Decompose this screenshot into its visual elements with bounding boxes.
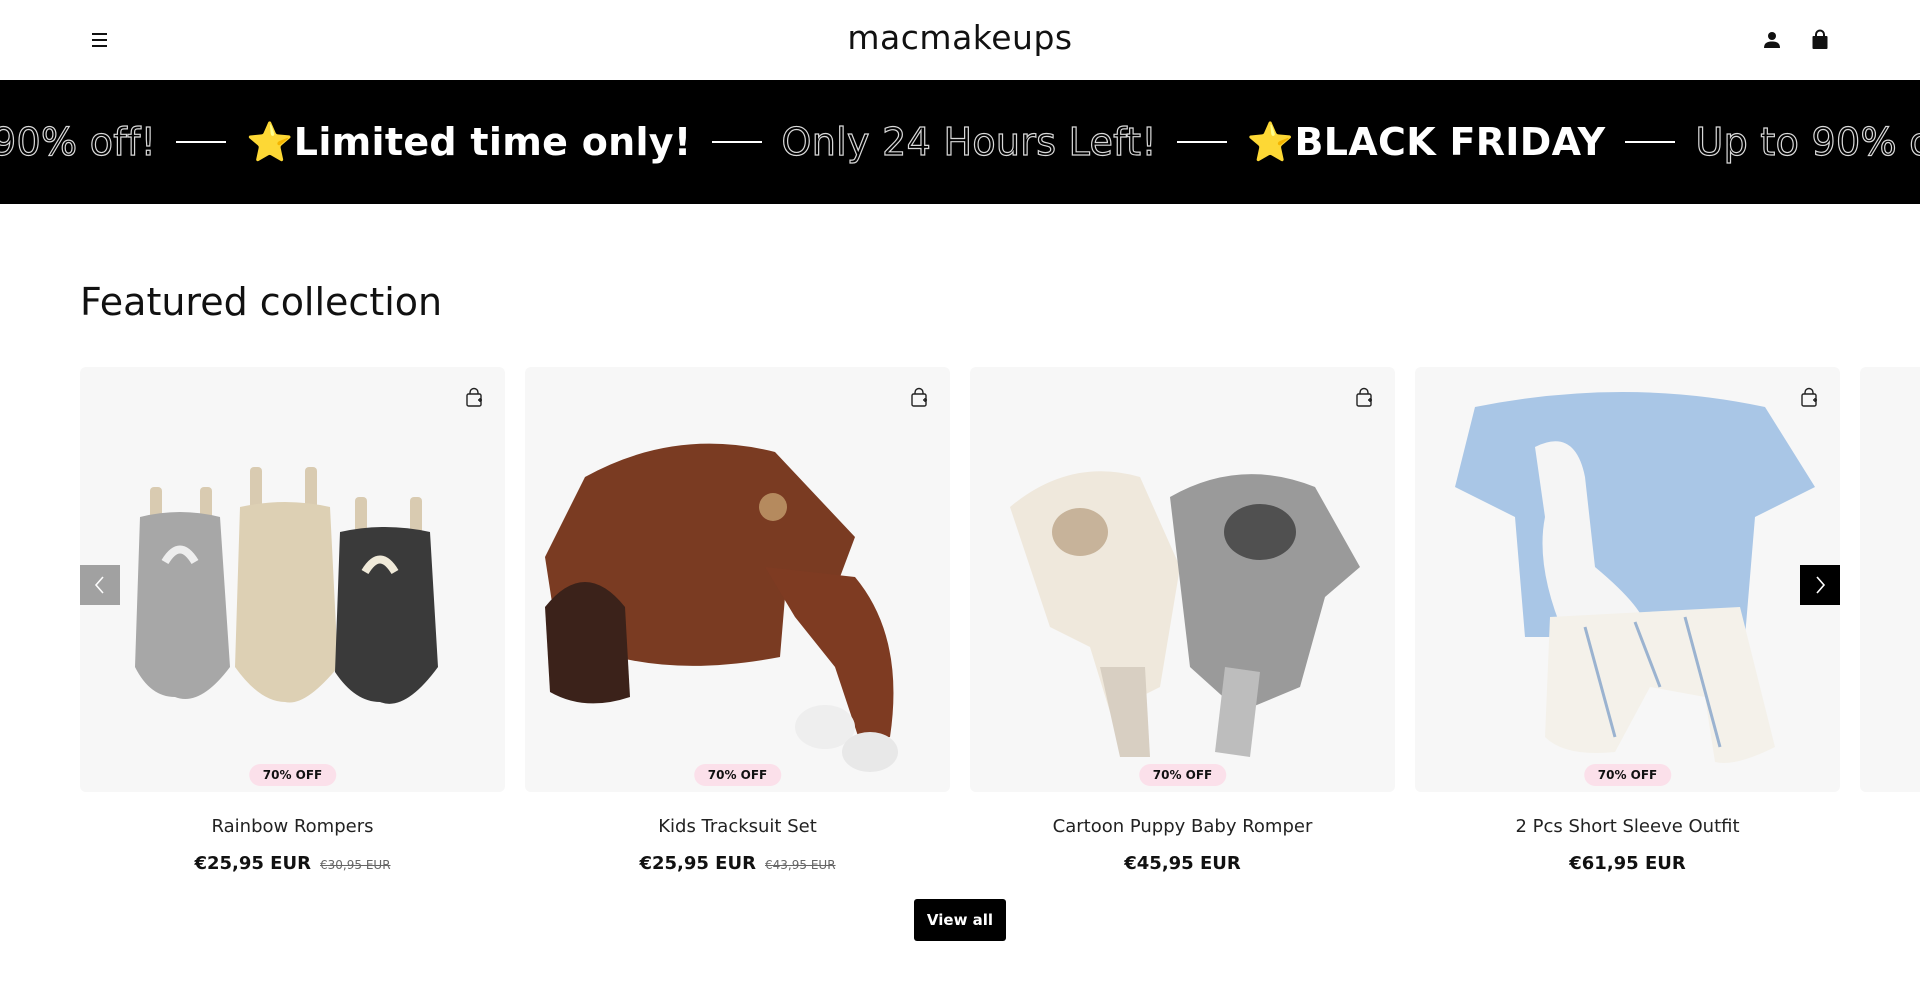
marquee-separator [1625,141,1676,143]
product-card[interactable]: 70% OFF Cartoon Puppy Baby Romper €45,95… [970,367,1395,874]
discount-badge: 70% OFF [248,764,337,786]
marquee-track: 90% off! ⭐Limited time only! Only 24 Hours… [0,80,1920,204]
marquee-separator [1176,141,1227,143]
compare-price: €43,95 EUR [765,858,836,872]
product-price: €25,95 EUR €30,95 EUR [80,853,505,874]
product-card[interactable]: 70% OFF Rainbow Rompers €25,95 EUR €30,9… [80,367,505,874]
announcement-marquee: 90% off! ⭐Limited time only! Only 24 Hours… [0,80,1920,204]
product-image[interactable]: 70% OFF [970,367,1395,792]
discount-badge: 70% OFF [693,764,782,786]
product-title[interactable]: Cartoon Puppy Baby Romper [970,816,1395,837]
rompers-illustration [135,467,438,704]
slider-prev-button[interactable] [80,565,120,605]
product-price: €25,95 EUR €43,95 EUR [525,853,950,874]
product-card[interactable]: 70% OFF 2 Pcs Short Sleeve Outfit €61,95… [1415,367,1840,874]
sale-price: €61,95 EUR [1569,853,1686,874]
marquee-text: Only 24 Hours Left! [781,119,1157,164]
marquee-separator [711,141,762,143]
menu-icon[interactable] [88,28,112,52]
discount-badge: 70% OFF [1138,764,1227,786]
sale-price: €45,95 EUR [1124,853,1241,874]
section-title: Featured collection [80,280,443,324]
chevron-right-icon [1816,576,1826,594]
cart-icon[interactable] [1808,28,1832,52]
product-title[interactable]: Kids Tracksuit Set [525,816,950,837]
marquee-separator [176,141,227,143]
quick-add-bag-icon[interactable] [1798,387,1820,409]
sale-price: €25,95 EUR [194,853,311,874]
product-image[interactable]: 70% OFF [80,367,505,792]
chevron-left-icon [94,576,104,594]
quick-add-bag-icon[interactable] [463,387,485,409]
quick-add-bag-icon[interactable] [908,387,930,409]
marquee-text: ⭐BLACK FRIDAY [1246,119,1606,164]
site-header: macmakeups [0,0,1920,80]
logo-text[interactable]: macmakeups [847,18,1072,57]
product-price: €61,95 EUR [1415,853,1840,874]
discount-badge: 70% OFF [1583,764,1672,786]
marquee-text: 90% off! [0,119,157,164]
marquee-text: ⭐Limited time only! [246,119,692,164]
quick-add-bag-icon[interactable] [1353,387,1375,409]
puppy-romper-illustration [1010,471,1360,757]
outfit-illustration [1455,392,1815,763]
marquee-text: Up to 90% off! [1695,119,1920,164]
tracksuit-illustration [545,443,898,772]
sale-price: €25,95 EUR [639,853,756,874]
site-logo: macmakeups [0,18,1920,57]
product-card[interactable]: 70% OFF Kids Tracksuit Set €25,95 EUR €4… [525,367,950,874]
view-all-button[interactable]: View all [914,899,1006,941]
compare-price: €30,95 EUR [320,858,391,872]
product-card-peek[interactable] [1860,367,1920,792]
slider-next-button[interactable] [1800,565,1840,605]
product-image[interactable]: 70% OFF [1415,367,1840,792]
product-price: €45,95 EUR [970,853,1395,874]
account-icon[interactable] [1760,28,1784,52]
product-title[interactable]: 2 Pcs Short Sleeve Outfit [1415,816,1840,837]
product-image[interactable]: 70% OFF [525,367,950,792]
product-title[interactable]: Rainbow Rompers [80,816,505,837]
